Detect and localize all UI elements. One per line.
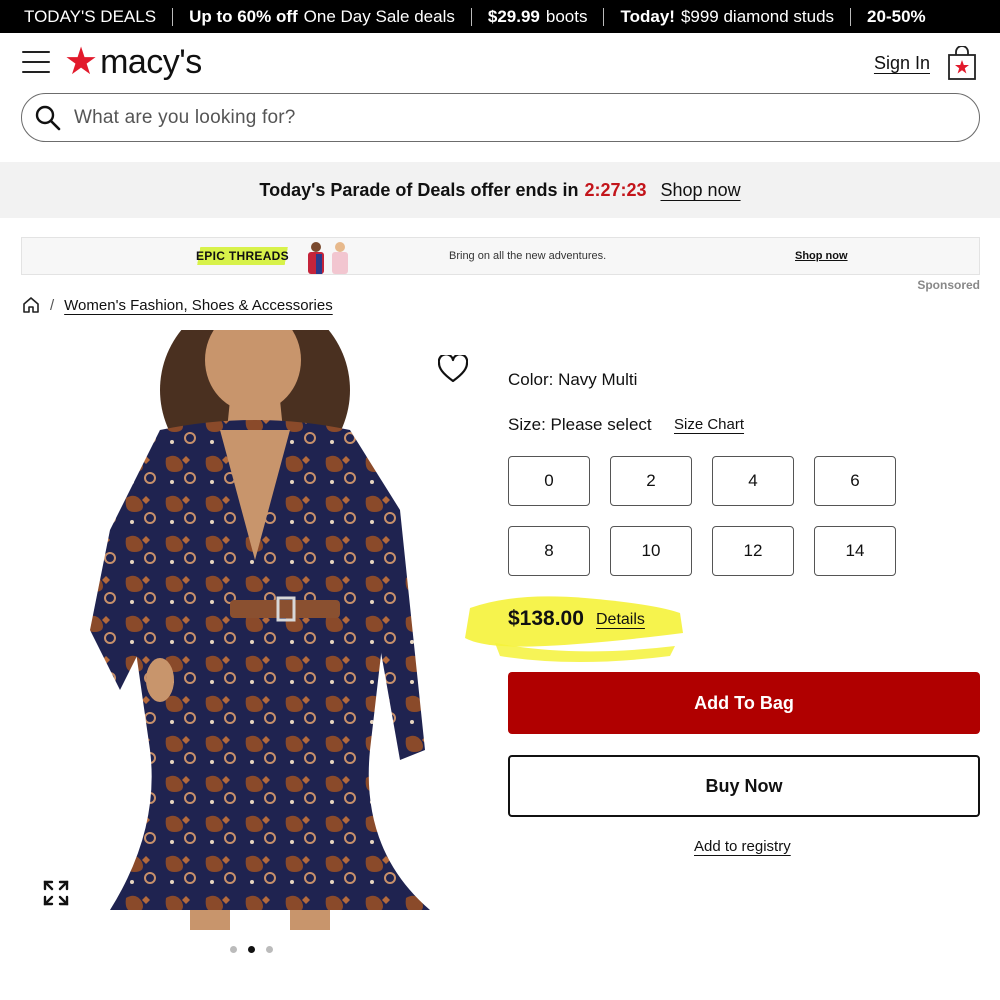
add-to-bag-button[interactable]: Add To Bag: [508, 672, 980, 734]
expand-image-icon[interactable]: [42, 879, 70, 907]
size-label: Size: Please select: [508, 415, 652, 434]
sign-in-link[interactable]: Sign In: [874, 53, 930, 74]
promo-text: boots: [545, 6, 588, 26]
ad-shop-now-link[interactable]: Shop now: [795, 250, 848, 262]
logo-wordmark: macy's: [100, 43, 202, 81]
promo-bold: Up to 60% off: [189, 6, 298, 26]
size-option-2[interactable]: 2: [610, 456, 692, 506]
size-option-6[interactable]: 6: [814, 456, 896, 506]
breadcrumb: / Women's Fashion, Shoes & Accessories: [22, 296, 333, 314]
promo-segment-one-day-sale[interactable]: Up to 60% off One Day Sale deals: [173, 7, 471, 27]
promo-segment-boots[interactable]: $29.99 boots: [472, 7, 604, 27]
breadcrumb-separator: /: [50, 296, 55, 314]
size-option-4[interactable]: 4: [712, 456, 794, 506]
promo-segment-discount[interactable]: 20-50%: [851, 7, 948, 27]
promo-bold: Today!: [620, 6, 675, 26]
sponsored-label: Sponsored: [917, 278, 980, 292]
image-carousel-dots: [230, 946, 273, 953]
size-option-12[interactable]: 12: [712, 526, 794, 576]
deals-banner: Today's Parade of Deals offer ends in 2:…: [0, 162, 1000, 218]
deals-text: Today's Parade of Deals offer ends in: [259, 179, 579, 200]
search-placeholder: What are you looking for?: [74, 106, 296, 128]
shopping-bag-icon[interactable]: [947, 45, 977, 80]
ad-brand: EPIC THREADS: [192, 247, 293, 265]
deals-shop-now-link[interactable]: Shop now: [661, 180, 741, 201]
hamburger-menu-icon[interactable]: [22, 51, 50, 73]
search-icon: [35, 105, 61, 130]
deals-countdown: 2:27:23: [584, 179, 647, 200]
promo-bold: $29.99: [487, 6, 540, 26]
product-price: $138.00: [508, 607, 584, 630]
size-option-10[interactable]: 10: [610, 526, 692, 576]
breadcrumb-category-link[interactable]: Women's Fashion, Shoes & Accessories: [64, 297, 333, 314]
carousel-dot[interactable]: [230, 946, 237, 953]
search-input[interactable]: What are you looking for?: [21, 93, 980, 142]
promo-ticker[interactable]: TODAY'S DEALS Up to 60% off One Day Sale…: [0, 0, 1000, 33]
carousel-dot-active[interactable]: [248, 946, 255, 953]
price-details-link[interactable]: Details: [596, 611, 645, 629]
color-label: Color: Navy Multi: [508, 370, 638, 389]
buy-now-button[interactable]: Buy Now: [508, 755, 980, 817]
ad-tagline: Bring on all the new adventures.: [449, 250, 607, 262]
promo-segment-diamond-studs[interactable]: Today! $999 diamond studs: [604, 7, 850, 27]
star-icon: ★: [64, 41, 99, 83]
size-option-14[interactable]: 14: [814, 526, 896, 576]
size-selector: 0 2 4 6 8 10 12 14: [508, 456, 898, 576]
add-to-registry-link[interactable]: Add to registry: [694, 838, 791, 855]
product-image[interactable]: [40, 330, 460, 930]
promo-segment-todays-deals[interactable]: TODAY'S DEALS: [0, 7, 172, 27]
favorite-heart-icon[interactable]: [438, 355, 468, 383]
carousel-dot[interactable]: [266, 946, 273, 953]
ad-image: [308, 242, 348, 274]
promo-text: $999 diamond studs: [680, 6, 835, 26]
sponsored-ad-banner[interactable]: EPIC THREADS Bring on all the new advent…: [21, 237, 980, 275]
home-icon[interactable]: [22, 296, 40, 314]
size-option-0[interactable]: 0: [508, 456, 590, 506]
size-option-8[interactable]: 8: [508, 526, 590, 576]
promo-text: One Day Sale deals: [303, 6, 455, 26]
size-chart-link[interactable]: Size Chart: [674, 416, 744, 433]
promo-bold: 20-50%: [867, 6, 926, 26]
macys-logo[interactable]: ★ macy's: [64, 42, 202, 82]
promo-text: TODAY'S DEALS: [24, 6, 157, 26]
